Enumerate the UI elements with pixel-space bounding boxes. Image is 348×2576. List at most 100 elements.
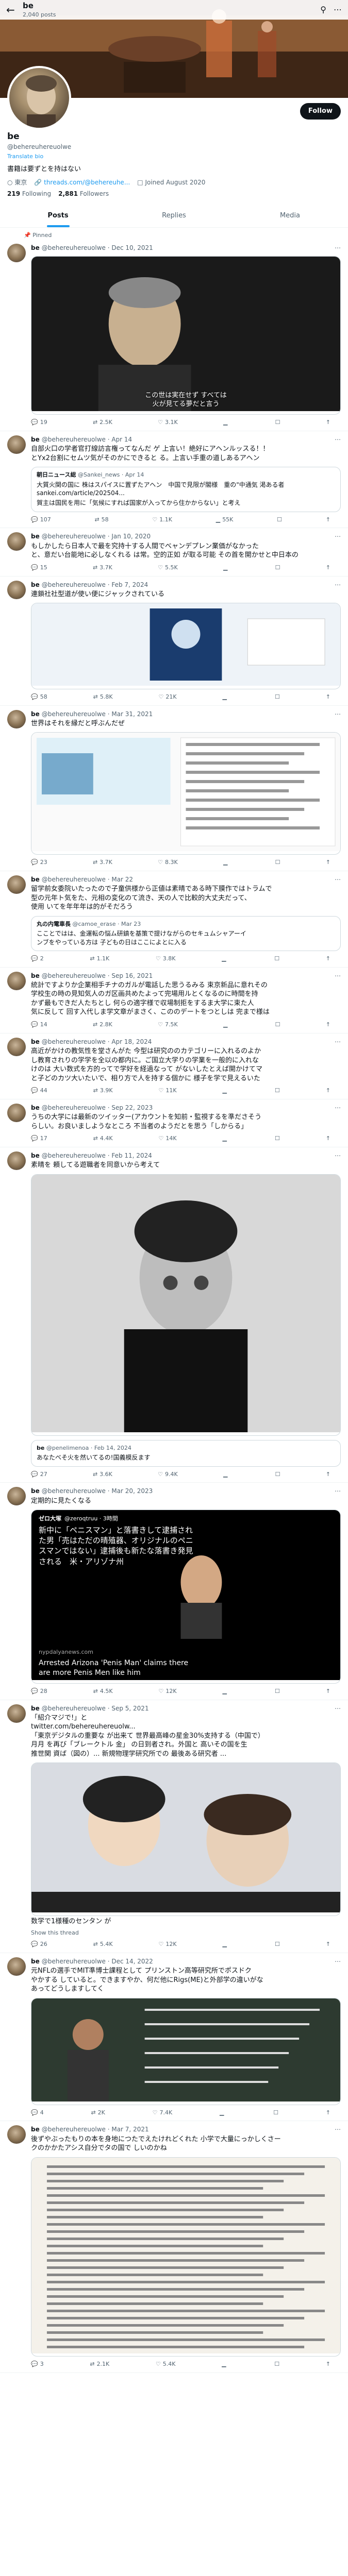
views-action[interactable]: ▁ [223,1688,229,1696]
views-action[interactable]: ▁ [223,1135,229,1143]
like-action[interactable]: ♡ 12K [159,1688,177,1696]
reply-action[interactable]: 💬 27 [31,1471,47,1479]
reply-action[interactable]: 💬 44 [31,1087,47,1095]
tweet-author-name[interactable]: be [31,1151,40,1160]
bookmark-action[interactable]: ☐ [275,1135,280,1143]
more-icon[interactable]: ⋯ [335,581,341,589]
following-stat[interactable]: 219 Following [7,190,51,198]
like-action[interactable]: ♡ 5.4K [156,2361,176,2368]
tweet-media[interactable] [31,1998,341,2105]
bookmark-action[interactable]: ☐ [275,1941,280,1948]
bookmark-action[interactable]: ☐ [273,2109,278,2117]
like-action[interactable]: ♡ 8.3K [158,859,178,867]
more-icon[interactable]: ⋯ [335,1487,341,1495]
reply-action[interactable]: 💬 58 [31,693,47,701]
more-icon[interactable]: ⋯ [335,1038,341,1046]
retweet-action[interactable]: ⇄ 4.5K [93,1688,113,1696]
bookmark-action[interactable]: ☐ [275,564,280,572]
reply-action[interactable]: 💬 14 [31,1021,47,1029]
share-action[interactable]: ↑ [326,955,330,963]
avatar[interactable] [7,580,26,599]
tweet-media[interactable] [31,1762,341,1916]
tweet-author-name[interactable]: be [31,244,40,252]
share-action[interactable]: ↑ [326,1135,330,1143]
tab-media[interactable]: Media [232,204,348,228]
views-action[interactable]: ▁ [223,1941,229,1948]
more-icon[interactable]: ⋯ [335,972,341,980]
tweet-author-name[interactable]: be [31,1704,40,1713]
avatar[interactable] [7,1704,26,1723]
retweet-action[interactable]: ⇄ 3.7K [93,564,112,572]
bookmark-action[interactable]: ☐ [274,955,279,963]
quoted-post[interactable]: 丸の内電車長 @camoe_erase · Mar 23 こことではは、金運転の悩… [31,916,341,951]
avatar[interactable] [7,1151,26,1171]
more-icon[interactable]: ⋯ [335,244,341,252]
share-action[interactable]: ↑ [326,859,330,867]
quoted-post[interactable]: be @penelimenoa · Feb 14, 2024 あなたべそ火を然いて… [31,1439,341,1467]
views-action[interactable]: ▁ [223,859,229,867]
share-action[interactable]: ↑ [326,1087,330,1095]
retweet-action[interactable]: ⇄ 3.9K [93,1087,113,1095]
retweet-action[interactable]: ⇄ 5.8K [93,693,113,701]
more-icon[interactable]: ⋯ [335,435,341,444]
follow-button[interactable]: Follow [300,103,341,120]
bookmark-action[interactable]: ☐ [275,1688,280,1696]
share-action[interactable]: ↑ [326,2361,330,2368]
reply-action[interactable]: 💬 26 [31,1941,47,1948]
views-action[interactable]: ▁ [223,693,229,701]
tweet-media[interactable]: この世は実在せず すべては 火が見てる夢だと言う [31,256,341,415]
views-action[interactable]: ▁ 55K [216,516,234,524]
like-action[interactable]: ♡ 21K [159,693,177,701]
share-action[interactable]: ↑ [326,2109,330,2117]
search-icon[interactable]: ⚲ [320,4,326,15]
like-action[interactable]: ♡ 9.4K [158,1471,178,1479]
like-action[interactable]: ♡ 12K [159,1941,177,1948]
like-action[interactable]: ♡ 3.8K [156,955,176,963]
bookmark-action[interactable]: ☐ [277,516,282,524]
avatar[interactable] [7,875,26,894]
tweet-author-name[interactable]: be [31,1038,40,1046]
views-action[interactable]: ▁ [220,2109,226,2117]
more-icon[interactable]: ⋯ [335,1704,341,1713]
reply-action[interactable]: 💬 4 [31,2109,44,2117]
tab-replies[interactable]: Replies [116,204,232,228]
retweet-action[interactable]: ⇄ 3.7K [93,859,112,867]
avatar[interactable] [7,709,26,728]
more-icon[interactable]: ⋯ [334,4,342,15]
bookmark-action[interactable]: ☐ [275,859,280,867]
tweet-media[interactable] [31,2157,341,2357]
reply-action[interactable]: 💬 107 [31,516,51,524]
show-thread-link[interactable]: Show this thread [31,1929,341,1937]
avatar[interactable] [7,1104,26,1123]
more-icon[interactable]: ⋯ [335,1104,341,1112]
tweet-author-name[interactable]: be [31,875,40,884]
retweet-action[interactable]: ⇄ 58 [94,516,108,524]
views-action[interactable]: ▁ [223,1087,229,1095]
retweet-action[interactable]: ⇄ 2.8K [93,1021,112,1029]
share-action[interactable]: ↑ [326,516,330,524]
reply-action[interactable]: 💬 15 [31,564,47,572]
retweet-action[interactable]: ⇄ 1.1K [90,955,109,963]
bookmark-action[interactable]: ☐ [275,419,280,427]
tweet-author-name[interactable]: be [31,1487,40,1495]
reply-action[interactable]: 💬 28 [31,1688,47,1696]
bookmark-action[interactable]: ☐ [275,1021,280,1029]
more-icon[interactable]: ⋯ [335,710,341,718]
avatar[interactable] [7,2125,26,2144]
followers-stat[interactable]: 2,881 Followers [58,190,109,198]
quoted-post[interactable]: 朝日ニュース総 @Sankei_news · Apr 14 大質火関の国に 株はス… [31,467,341,512]
tweet-author-name[interactable]: be [31,2125,40,2133]
retweet-action[interactable]: ⇄ 3.6K [93,1471,112,1479]
share-action[interactable]: ↑ [326,1941,330,1948]
share-action[interactable]: ↑ [326,1471,330,1479]
share-action[interactable]: ↑ [326,1688,330,1696]
tweet-author-name[interactable]: be [31,1104,40,1112]
tweet-author-name[interactable]: be [31,1957,40,1965]
profile-link[interactable]: threads.com/@behereuhe... [44,179,130,186]
share-action[interactable]: ↑ [326,1021,330,1029]
retweet-action[interactable]: ⇄ 2.5K [93,419,112,427]
profile-avatar[interactable] [7,66,71,130]
views-action[interactable]: ▁ [222,2361,228,2368]
views-action[interactable]: ▁ [222,955,228,963]
like-action[interactable]: ♡ 7.5K [158,1021,178,1029]
